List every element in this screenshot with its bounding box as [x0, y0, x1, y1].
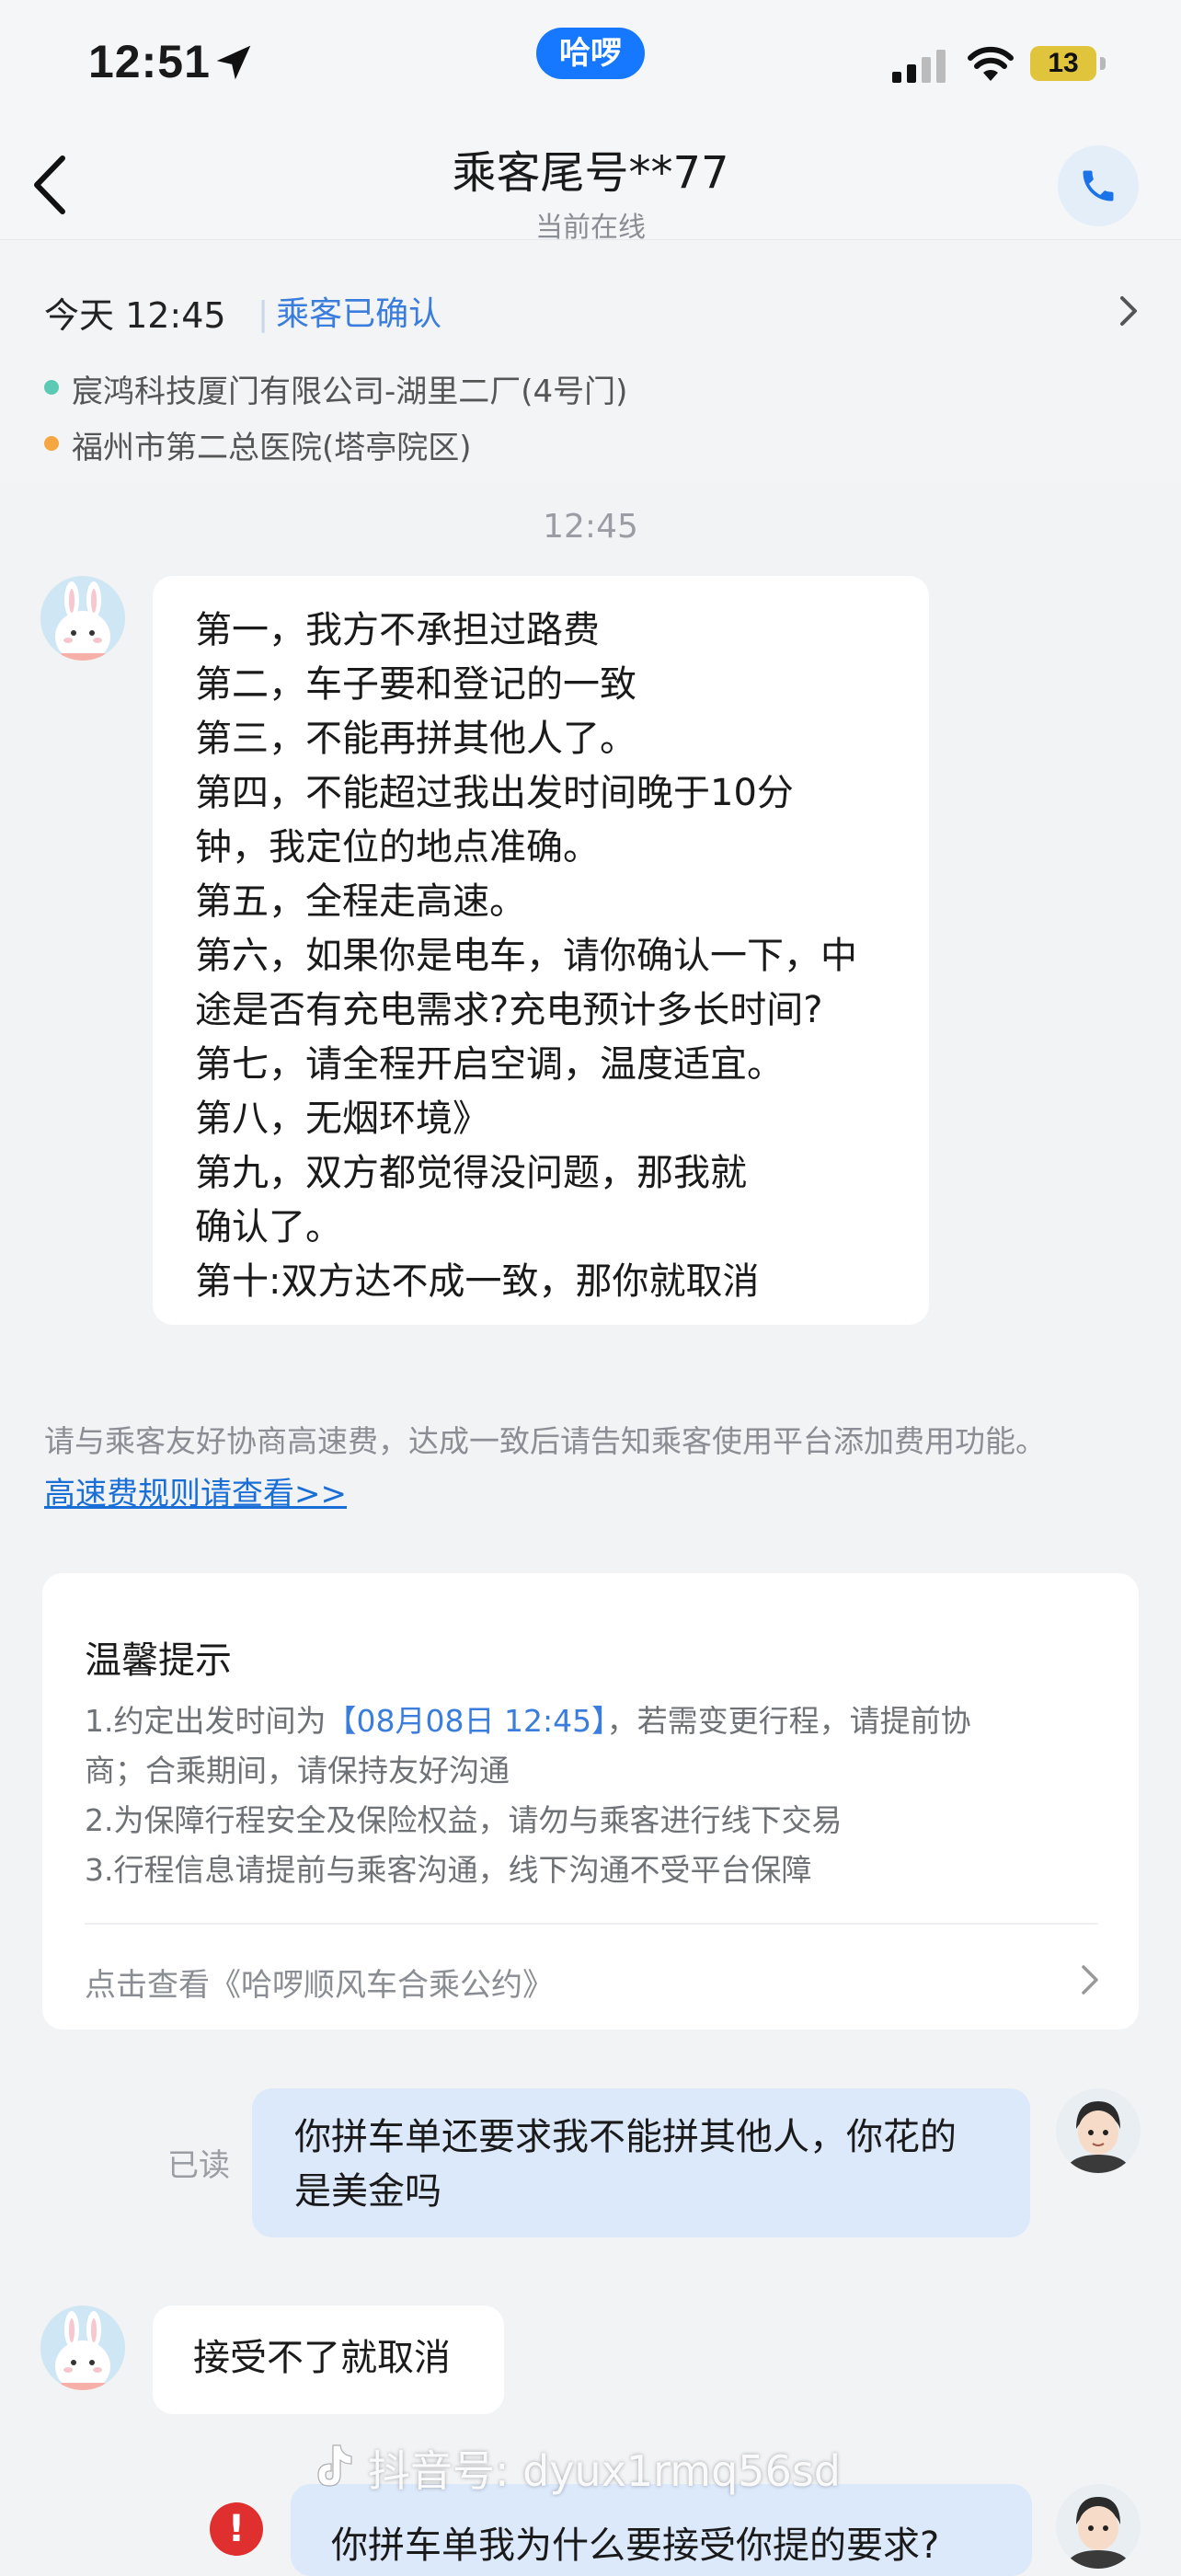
battery-tip	[1100, 57, 1106, 70]
message-line: 第五，全程走高速。	[195, 880, 526, 923]
origin-address: 宸鸿科技厦门有限公司-湖里二厂(4号门)	[72, 374, 628, 410]
chevron-right-icon[interactable]	[1080, 1963, 1100, 1996]
message-text: 你拼车单还要求我不能拼其他人，你花的 是美金吗	[294, 2110, 957, 2219]
message-line: 第十:双方达不成一致，那你就取消	[195, 1260, 760, 1303]
divider	[85, 1923, 1098, 1925]
location-arrow-icon	[216, 45, 251, 80]
message-text: 你拼车单我为什么要接受你提的要求?	[331, 2524, 940, 2567]
tips-line-1-cont: 商；合乘期间，请保持友好沟通	[85, 1753, 510, 1788]
convention-link[interactable]: 点击查看《哈啰顺风车合乘公约》	[85, 1960, 554, 2005]
driver-avatar[interactable]	[1056, 2484, 1141, 2569]
cartoon-person-avatar-icon	[1056, 2484, 1141, 2569]
phone-icon	[1083, 170, 1114, 201]
destination-dot	[44, 436, 59, 451]
message-line: 你拼车单还要求我不能拼其他人，你花的	[294, 2116, 957, 2158]
message-line: 第七，请全程开启空调，温度适宜。	[195, 1043, 784, 1086]
app-badge[interactable]: 哈啰	[536, 28, 645, 79]
passenger-message-bubble[interactable]: 第一，我方不承担过路费 第二，车子要和登记的一致 第三，不能再拼其他人了。第四，不能…	[153, 576, 929, 1325]
douyin-logo-icon	[317, 2444, 352, 2487]
message-text: 接受不了就取消	[193, 2337, 451, 2379]
tips-line-2: 2.为保障行程安全及保险权益，请勿与乘客进行线下交易	[85, 1802, 843, 1838]
message-line: 确认了。	[195, 1206, 342, 1248]
destination-address: 福州市第二总医院(塔亭院区)	[72, 430, 472, 466]
message-line: 第九，双方都觉得没问题，那我就	[195, 1152, 747, 1194]
watermark-text: 抖音号: dyux1rmq56sd	[368, 2446, 841, 2496]
read-receipt: 已读	[167, 2147, 230, 2184]
message-line: 钟，我定位的地点准确。	[195, 826, 600, 868]
battery-level: 13	[1030, 46, 1096, 81]
message-line: 第二，车子要和登记的一致	[195, 663, 636, 706]
status-divider: |	[258, 295, 269, 333]
tips-card: 温馨提示 1.约定出发时间为【08月08日 12:45】，若需变更行程，请提前协…	[42, 1573, 1139, 2030]
tips-line-3: 3.行程信息请提前与乘客沟通，线下沟通不受平台保障	[85, 1852, 812, 1888]
passenger-avatar[interactable]	[40, 2306, 125, 2390]
message-line: 是美金吗	[294, 2170, 441, 2213]
rabbit-avatar-icon	[40, 576, 125, 661]
tips-title: 温馨提示	[85, 1639, 232, 1682]
driver-avatar[interactable]	[1056, 2088, 1141, 2173]
trip-time: 今天 12:45	[44, 295, 226, 336]
tips-line-1-text: 1.约定出发时间为	[85, 1703, 327, 1739]
chat-timestamp: 12:45	[543, 508, 638, 546]
message-line: 第一，我方不承担过路费	[195, 609, 600, 651]
cellular-signal-icon	[892, 50, 946, 83]
trip-status: | 乘客已确认	[258, 287, 441, 335]
status-time: 12:51	[88, 36, 211, 87]
message-line: 第三，不能再拼其他人了。	[195, 718, 636, 760]
message-line: 第四，不能超过我出发时间晚于10分	[195, 772, 794, 814]
tips-line-1: 1.约定出发时间为【08月08日 12:45】，若需变更行程，请提前协	[85, 1696, 971, 1741]
departure-time-highlight: 【08月08日 12:45】	[326, 1703, 607, 1739]
origin-dot	[44, 380, 59, 395]
trip-status-text: 乘客已确认	[276, 295, 442, 333]
message-line: 第六，如果你是电车，请你确认一下，中	[195, 935, 857, 977]
send-failed-icon[interactable]: !	[210, 2502, 263, 2556]
cartoon-person-avatar-icon	[1056, 2088, 1141, 2173]
passenger-message-bubble[interactable]: 接受不了就取消	[153, 2306, 504, 2414]
passenger-avatar[interactable]	[40, 576, 125, 661]
message-line: 第八，无烟环境》	[195, 1098, 489, 1140]
highway-fee-rules-link[interactable]: 高速费规则请查看>>	[44, 1468, 347, 1513]
message-line: 途是否有充电需求?充电预计多长时间?	[195, 989, 823, 1031]
system-note: 请与乘客友好协商高速费，达成一致后请告知乘客使用平台添加费用功能。	[44, 1423, 1046, 1459]
page-title: 乘客尾号**77	[452, 147, 729, 199]
message-text: 第一，我方不承担过路费 第二，车子要和登记的一致 第三，不能再拼其他人了。第四，不能…	[195, 604, 857, 1309]
chevron-right-icon[interactable]	[1115, 293, 1142, 329]
tips-line-1-after: ，若需变更行程，请提前协	[606, 1703, 971, 1739]
call-button[interactable]	[1058, 145, 1139, 226]
driver-message-bubble[interactable]: 你拼车单还要求我不能拼其他人，你花的 是美金吗	[252, 2088, 1030, 2237]
wifi-icon	[968, 46, 1014, 81]
rabbit-avatar-icon	[40, 2306, 125, 2390]
